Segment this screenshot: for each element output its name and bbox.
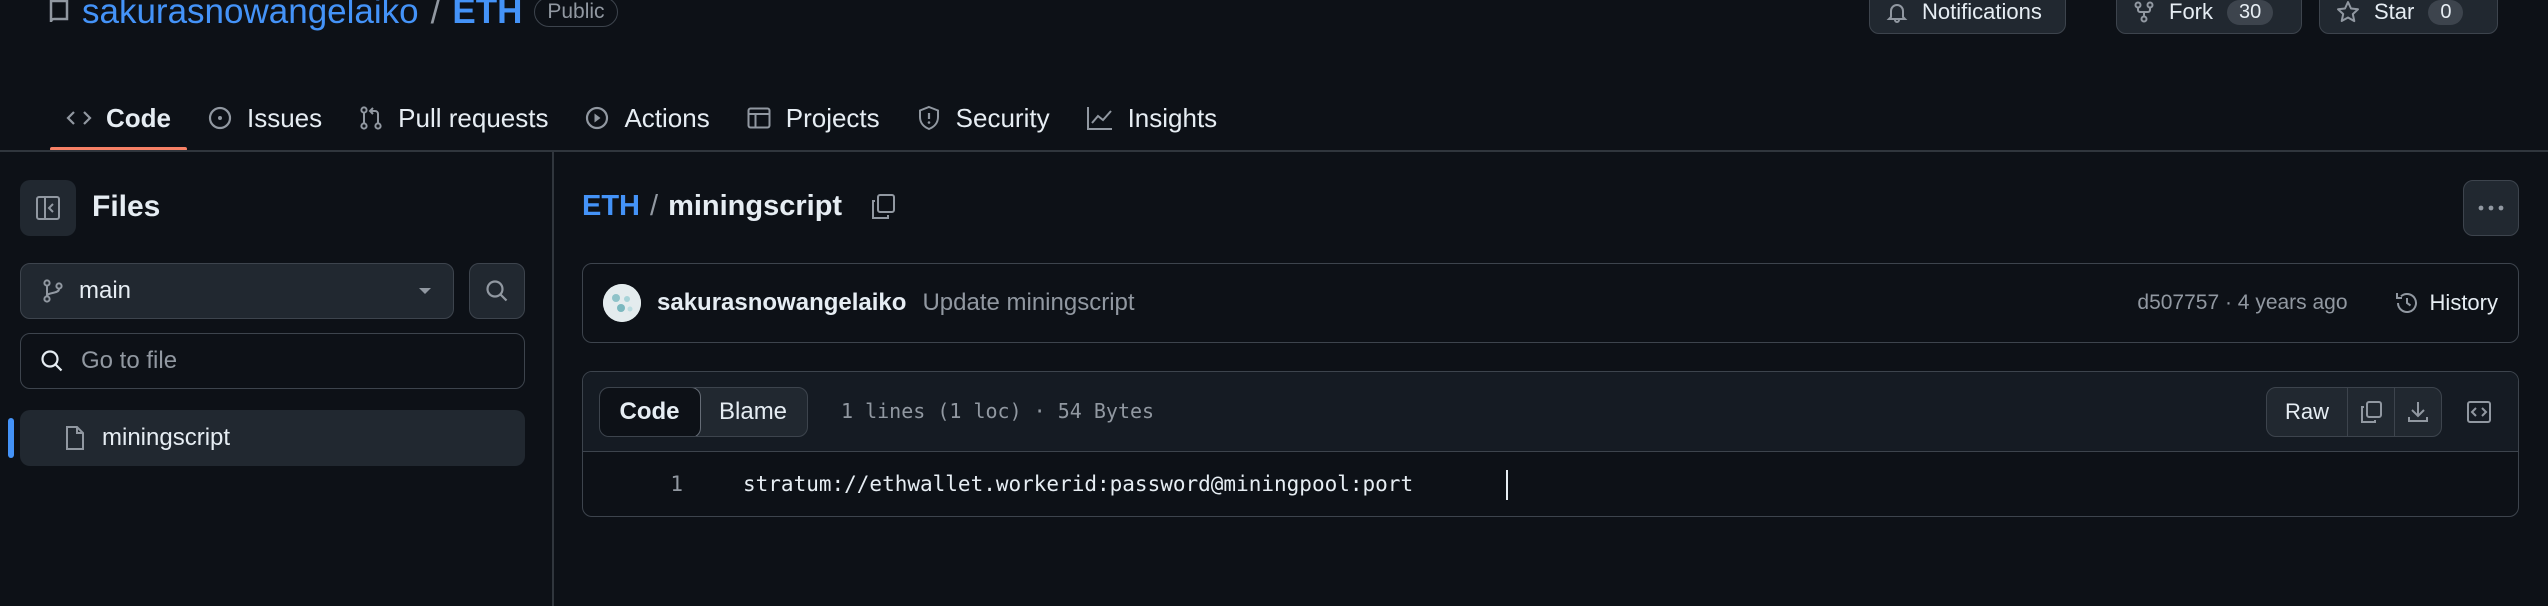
copy-raw-button[interactable] [2347,388,2394,436]
breadcrumb: ETH / miningscript [582,190,898,223]
fork-icon [2133,1,2155,23]
breadcrumb-repo-link[interactable]: ETH [582,190,640,223]
star-label: Star [2374,0,2415,24]
star-count: 0 [2428,0,2464,25]
tab-projects-label: Projects [785,102,880,133]
commit-author[interactable]: sakurasnowangelaiko [657,289,906,317]
sidebar-collapse-icon [34,194,62,222]
tab-issues-label: Issues [247,102,323,133]
files-title: Files [92,190,161,223]
download-icon [2405,399,2431,425]
copy-icon [2358,399,2384,425]
file-icon [64,425,86,451]
file-info: 1 lines (1 loc) · 54 Bytes [841,399,1155,423]
selected-file-marker [8,418,14,458]
issue-icon [207,105,233,131]
breadcrumb-separator: / [650,190,659,222]
more-options-button[interactable] [2463,180,2519,236]
file-tree-item[interactable]: miningscript [20,410,525,466]
branch-name: main [79,277,132,304]
repo-name-link[interactable]: ETH [452,0,522,32]
file-viewer: Code Blame 1 lines (1 loc) · 54 Bytes Ra… [582,371,2519,517]
latest-commit-bar: sakurasnowangelaiko Update miningscript … [582,263,2519,343]
table-icon [746,105,772,131]
pull-request-icon [358,105,384,131]
fork-label: Fork [2169,0,2213,24]
tab-security-label: Security [955,102,1050,133]
tab-code-label: Code [106,102,171,133]
repo-icon [48,0,70,25]
repo-nav-tabs: Code Issues Pull requests Actions Projec… [48,86,1236,151]
star-button[interactable]: Star 0 [2319,0,2498,34]
blame-view-button[interactable]: Blame [699,388,807,436]
line-number[interactable]: 1 [583,472,683,496]
view-mode-toggle: Code Blame [599,387,809,437]
fork-button[interactable]: Fork 30 [2116,0,2302,34]
tab-pull-requests-label: Pull requests [398,102,549,133]
download-button[interactable] [2394,388,2441,436]
code-square-icon [2465,398,2493,426]
bell-icon [1886,1,1908,23]
file-actions-group: Raw [2265,387,2442,437]
visibility-badge: Public [534,0,618,27]
graph-icon [1086,105,1114,131]
search-icon [484,278,510,304]
tabs-divider [0,150,2548,152]
raw-button[interactable]: Raw [2267,388,2347,436]
copy-path-icon[interactable] [868,192,898,222]
tab-insights-label: Insights [1127,102,1218,133]
branch-selector[interactable]: main [20,263,454,319]
repo-title: sakurasnowangelaiko / ETH Public [48,0,618,36]
breadcrumb-file: miningscript [668,190,843,222]
file-tree-item-label: miningscript [102,424,231,451]
collapse-sidebar-button[interactable] [20,180,76,236]
go-to-file-placeholder: Go to file [81,347,178,374]
star-icon [2336,0,2360,24]
go-to-file-input[interactable]: Go to file [20,333,525,389]
play-icon [584,105,610,131]
history-icon [2394,290,2420,316]
sidebar-divider [552,152,554,606]
caret-down-icon [417,286,433,296]
repo-separator: / [430,0,441,31]
search-icon [39,348,65,374]
code-line: 1 stratum://ethwallet.workerid:password@… [583,462,2518,506]
symbols-button[interactable] [2454,387,2504,437]
fork-count: 30 [2227,0,2274,25]
tab-projects[interactable]: Projects [728,86,898,150]
commit-message[interactable]: Update miningscript [922,289,1134,317]
tab-actions[interactable]: Actions [566,86,727,150]
kebab-horizontal-icon [2477,204,2505,212]
git-branch-icon [41,278,65,304]
repo-owner-link[interactable]: sakurasnowangelaiko [82,0,419,32]
tab-insights[interactable]: Insights [1068,86,1236,150]
history-button[interactable]: History [2394,290,2498,316]
text-cursor [1506,470,1508,500]
file-viewer-header: Code Blame 1 lines (1 loc) · 54 Bytes Ra… [583,372,2518,452]
notifications-button[interactable]: Notifications [1869,0,2066,34]
line-content[interactable]: stratum://ethwallet.workerid:password@mi… [743,472,1413,496]
tab-actions-label: Actions [624,102,710,133]
avatar[interactable] [603,284,641,322]
notifications-label: Notifications [1922,0,2042,24]
search-files-button[interactable] [469,263,525,319]
tab-security[interactable]: Security [898,86,1068,150]
commit-meta[interactable]: d507757 · 4 years ago [2137,291,2347,315]
history-label: History [2429,290,2498,315]
code-icon [66,107,92,129]
shield-icon [916,105,942,131]
tab-issues[interactable]: Issues [189,86,340,150]
tab-code[interactable]: Code [48,86,189,151]
tab-pull-requests[interactable]: Pull requests [340,86,566,150]
code-view-button[interactable]: Code [600,388,701,436]
